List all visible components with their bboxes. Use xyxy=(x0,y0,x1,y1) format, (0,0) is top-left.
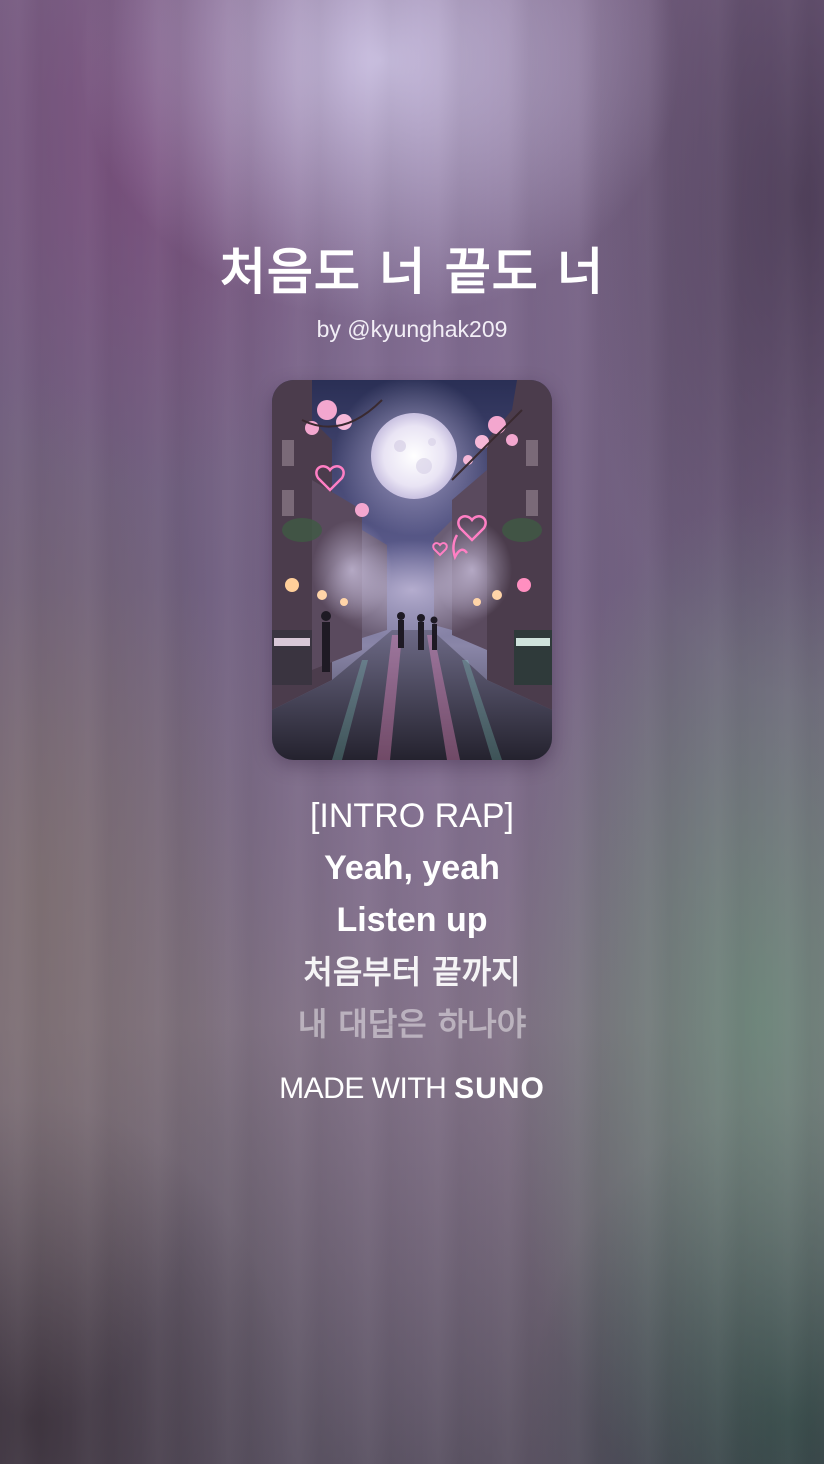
lyric-line: [INTRO RAP] xyxy=(309,797,515,835)
lyric-line: 처음부터 끝까지 xyxy=(303,953,521,991)
suno-logo: SUNO xyxy=(454,1072,545,1105)
album-cover xyxy=(272,380,552,760)
lyrics-panel: [INTRO RAP] Yeah, yeah Listen up 처음부터 끝까… xyxy=(0,790,824,1050)
song-title: 처음도 너 끝도 너 xyxy=(219,243,605,301)
share-card: 처음도 너 끝도 너 by @kyunghak209 [INTRO RAP] Y… xyxy=(0,0,824,1464)
song-byline[interactable]: by @kyunghak209 xyxy=(0,316,824,343)
made-with-suno-footer: MADE WITH SUNO xyxy=(0,1072,824,1106)
lyric-line: Yeah, yeah xyxy=(324,849,500,887)
lyric-line: 내 대답은 하나야 xyxy=(297,1005,527,1043)
lyric-line: Listen up xyxy=(336,901,488,939)
album-cover-art xyxy=(272,380,552,760)
made-with-label: MADE WITH xyxy=(279,1072,447,1105)
